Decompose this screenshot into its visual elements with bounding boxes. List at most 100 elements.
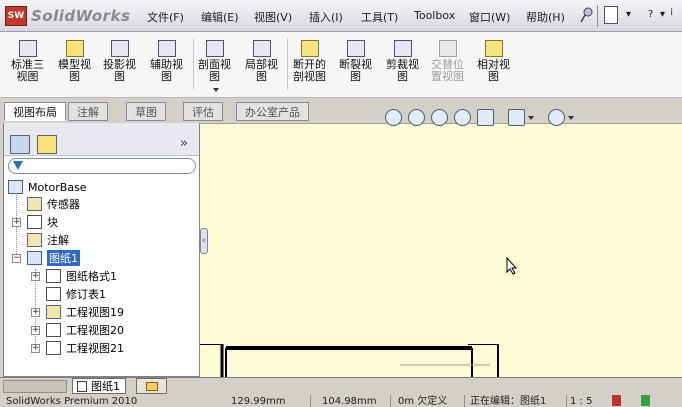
menu-insert[interactable]: 插入(I) xyxy=(309,9,343,25)
relative-view-icon xyxy=(484,40,503,57)
tree-item-drawing-view20[interactable]: 工程视图20 xyxy=(46,322,124,338)
tree-item-sheet-format[interactable]: 图纸格式1 xyxy=(46,268,117,284)
menu-toolbox[interactable]: Toolbox xyxy=(414,9,455,22)
status-definition: 0m 欠定义 xyxy=(398,396,448,407)
help-question-icon[interactable]: ? xyxy=(648,9,653,20)
expand-icon[interactable]: + xyxy=(12,218,21,227)
rebuild-icon[interactable] xyxy=(612,395,621,406)
help-dropdown-icon[interactable]: ▾ xyxy=(660,9,665,20)
tree-item-label-selected: 图纸1 xyxy=(47,250,80,266)
status-bar: SolidWorks Premium 2010 129.99mm 104.98m… xyxy=(0,394,682,407)
expand-icon[interactable]: + xyxy=(31,344,40,353)
menu-view[interactable]: 视图(V) xyxy=(254,9,292,25)
section-view-icon[interactable] xyxy=(477,109,494,126)
alternate-position-view-button[interactable]: 交替位 置视图 xyxy=(431,40,464,83)
relative-view-button[interactable]: 相对视 图 xyxy=(477,40,510,83)
solidworks-logo[interactable]: SW SolidWorks xyxy=(5,5,130,27)
collapse-arrow-icon: ‹ xyxy=(202,236,206,246)
collapse-icon[interactable]: − xyxy=(12,254,21,263)
sheet-tab-sheet1[interactable]: 图纸1 xyxy=(72,378,126,394)
broken-out-section-icon xyxy=(300,40,319,57)
expand-panel-chevron-icon[interactable]: » xyxy=(180,136,188,151)
tree-item-label: 传感器 xyxy=(47,198,80,211)
standard-3-views-icon xyxy=(18,40,37,57)
sheet-tab-label: 图纸1 xyxy=(91,380,120,393)
tree-item-drawing-view21[interactable]: 工程视图21 xyxy=(46,340,124,356)
section-view-dropdown-icon[interactable] xyxy=(213,88,219,92)
feature-manager-tab-icon[interactable] xyxy=(10,135,30,154)
zoom-to-area-icon[interactable] xyxy=(408,109,425,126)
previous-view-icon[interactable] xyxy=(431,109,448,126)
detail-view-button[interactable]: 局部视 图 xyxy=(245,40,278,83)
expand-icon[interactable]: + xyxy=(31,272,40,281)
menu-tools[interactable]: 工具(T) xyxy=(361,9,398,25)
add-sheet-button[interactable] xyxy=(136,378,167,394)
tab-sketch[interactable]: 草图 xyxy=(126,102,166,121)
revision-table-icon xyxy=(46,287,61,301)
drawing-view-icon xyxy=(46,323,61,337)
tooltip-icon[interactable] xyxy=(641,395,650,406)
broken-out-section-button[interactable]: 断开的 剖视图 xyxy=(293,40,326,83)
menu-bar: SW SolidWorks 文件(F) 编辑(E) 视图(V) 插入(I) 工具… xyxy=(0,0,682,32)
menu-overflow-icon[interactable]: ⁞ xyxy=(670,7,673,18)
hide-show-items-icon[interactable] xyxy=(548,109,565,126)
panel-header: » xyxy=(4,123,199,156)
tree-item-sheet1[interactable]: 图纸1 xyxy=(27,250,80,266)
broken-out-section-label: 断开的 剖视图 xyxy=(293,58,326,83)
new-document-dropdown-icon[interactable]: ▾ xyxy=(626,9,631,20)
tree-item-label: 注解 xyxy=(47,234,69,247)
crop-view-button[interactable]: 剪裁视 图 xyxy=(386,40,419,83)
tree-item-sensors[interactable]: 传感器 xyxy=(27,196,80,212)
section-view-button[interactable]: 剖面视 图 xyxy=(198,40,231,83)
tree-item-blocks[interactable]: 块 xyxy=(27,214,58,230)
tab-view-layout[interactable]: 视图布局 xyxy=(4,102,66,121)
hide-show-dropdown-icon[interactable] xyxy=(568,115,574,120)
property-manager-tab-icon[interactable] xyxy=(37,135,57,154)
tree-item-drawing-view19[interactable]: 工程视图19 xyxy=(46,304,124,320)
section-view-label: 剖面视 图 xyxy=(198,58,231,83)
status-separator xyxy=(566,395,567,407)
pin-icon[interactable] xyxy=(580,7,594,23)
panel-collapse-handle[interactable]: ‹ xyxy=(200,228,208,254)
tree-root-motorbase[interactable]: MotorBase xyxy=(8,179,87,195)
break-view-button[interactable]: 断裂视 图 xyxy=(339,40,372,83)
tree-filter-input[interactable] xyxy=(8,158,196,174)
brand-name: SolidWorks xyxy=(31,7,131,25)
menu-file[interactable]: 文件(F) xyxy=(147,9,184,25)
zoom-to-fit-icon[interactable] xyxy=(385,109,402,126)
new-document-icon[interactable] xyxy=(604,6,618,24)
detail-view-icon xyxy=(252,40,271,57)
crop-view-label: 剪裁视 图 xyxy=(386,58,419,83)
projected-view-button[interactable]: 投影视 图 xyxy=(103,40,136,83)
rotate-view-icon[interactable] xyxy=(454,109,471,126)
tab-annotation[interactable]: 注解 xyxy=(68,102,108,121)
sheet-navigation-buttons[interactable] xyxy=(3,380,67,393)
relative-view-label: 相对视 图 xyxy=(477,58,510,83)
mouse-cursor-icon xyxy=(506,257,518,275)
tree-item-label: 工程视图19 xyxy=(66,306,124,319)
model-view-button[interactable]: 模型视 图 xyxy=(58,40,91,83)
menu-edit[interactable]: 编辑(E) xyxy=(201,9,239,25)
projected-view-icon xyxy=(110,40,129,57)
sheet-format-icon xyxy=(46,269,61,283)
view-orientation-icon[interactable] xyxy=(508,109,525,126)
graphics-area[interactable] xyxy=(200,123,682,377)
auxiliary-view-button[interactable]: 辅助视 图 xyxy=(150,40,183,83)
standard-3-views-button[interactable]: 标准三 视图 xyxy=(11,40,44,83)
drawing-document-icon xyxy=(8,180,23,194)
tree-item-annotations[interactable]: 注解 xyxy=(27,232,69,248)
status-scale[interactable]: 1 : 5 xyxy=(570,396,592,407)
command-separator xyxy=(287,38,288,90)
tree-item-label: 工程视图21 xyxy=(66,342,124,355)
tab-evaluate[interactable]: 评估 xyxy=(183,102,223,121)
status-separator xyxy=(464,395,465,407)
expand-icon[interactable]: + xyxy=(31,326,40,335)
expand-icon[interactable]: + xyxy=(31,308,40,317)
section-view-icon xyxy=(205,40,224,57)
tree-item-revision-table[interactable]: 修订表1 xyxy=(46,286,106,302)
view-orientation-dropdown-icon[interactable] xyxy=(528,115,534,120)
menu-help[interactable]: 帮助(H) xyxy=(526,9,565,25)
tab-office-products[interactable]: 办公室产品 xyxy=(236,102,309,121)
menu-window[interactable]: 窗口(W) xyxy=(469,9,510,25)
command-manager-tabs: 视图布局 注解 草图 评估 办公室产品 xyxy=(0,99,682,123)
